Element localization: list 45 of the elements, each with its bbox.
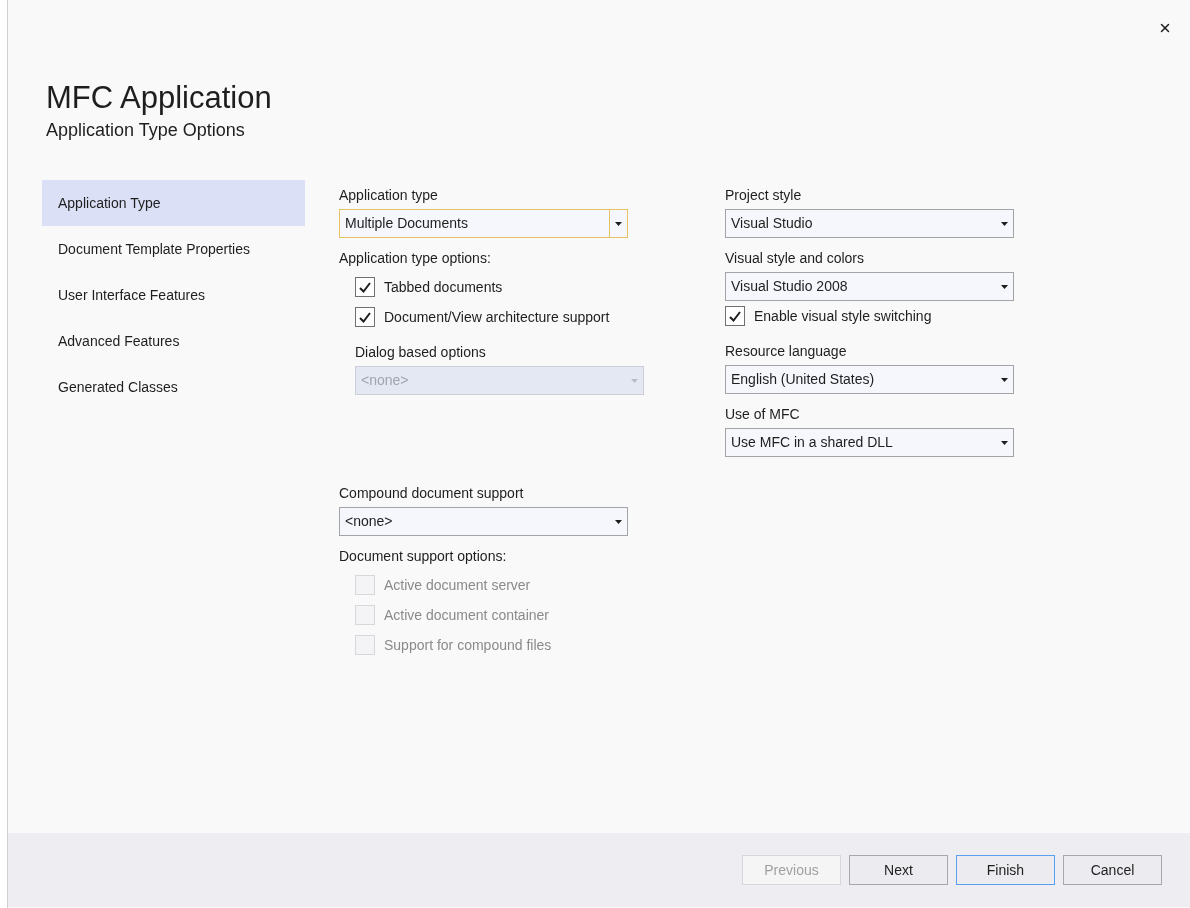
checkbox[interactable] (355, 277, 375, 297)
dropdown[interactable]: Use MFC in a shared DLL (725, 428, 1014, 457)
dropdown[interactable]: Multiple Documents (339, 209, 628, 238)
dropdown[interactable]: <none> (339, 507, 628, 536)
dialog-button[interactable]: Finish (956, 855, 1055, 885)
caret-icon (1000, 440, 1008, 445)
caret-icon (630, 378, 638, 383)
checkbox-label: Enable visual style switching (754, 306, 932, 326)
field-label: Application type (339, 186, 439, 205)
checkbox-label: Active document server (384, 575, 531, 595)
field-label: Project style (725, 186, 803, 205)
checkbox[interactable] (355, 307, 375, 327)
field-label: Resource language (725, 342, 848, 361)
checkbox[interactable] (725, 306, 745, 326)
caret-icon (615, 221, 622, 226)
dialog-button[interactable]: Next (849, 855, 948, 885)
caret-icon (1000, 284, 1008, 289)
sidebar-item[interactable]: Document Template Properties (42, 226, 305, 272)
dropdown[interactable]: English (United States) (725, 365, 1014, 394)
checkbox-label: Active document container (384, 605, 549, 625)
checkbox-label: Document/View architecture support (384, 307, 610, 327)
checkbox-label: Support for compound files (384, 635, 552, 655)
check-icon (729, 310, 741, 322)
caret-icon (1000, 377, 1008, 382)
field-label: Dialog based options (355, 343, 487, 362)
field-label: Use of MFC (725, 405, 801, 424)
sidebar-item[interactable]: User Interface Features (42, 272, 305, 318)
checkbox-label: Tabbed documents (384, 277, 503, 297)
close-icon (1158, 21, 1172, 35)
check-icon (359, 281, 371, 293)
field-label: Visual style and colors (725, 249, 866, 268)
field-label: Compound document support (339, 484, 525, 503)
dialog-button[interactable]: Cancel (1063, 855, 1162, 885)
sidebar-item[interactable]: Advanced Features (42, 318, 305, 364)
dropdown[interactable]: Visual Studio (725, 209, 1014, 238)
dialog-subtitle: Application Type Options (46, 119, 246, 142)
field-label: Application type options: (339, 249, 492, 268)
caret-icon (1000, 221, 1008, 226)
caret-icon (614, 519, 622, 524)
field-label: Document support options: (339, 547, 508, 566)
dropdown[interactable]: Visual Studio 2008 (725, 272, 1014, 301)
sidebar-item[interactable]: Generated Classes (42, 364, 305, 410)
sidebar-item[interactable]: Application Type (42, 180, 305, 226)
dialog-title: MFC Application (46, 80, 273, 116)
check-icon (359, 311, 371, 323)
